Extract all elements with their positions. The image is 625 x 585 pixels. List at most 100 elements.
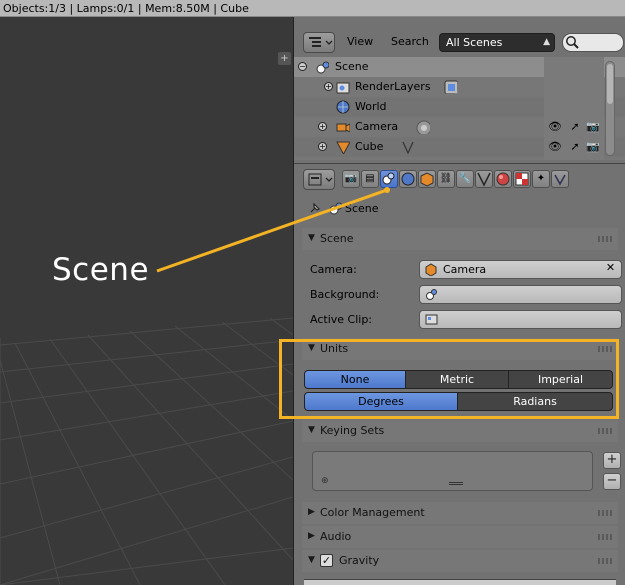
panel-title: Audio <box>320 530 352 543</box>
scene-tab-icon[interactable] <box>380 170 398 188</box>
keying-sets-panel-header[interactable]: ▼ Keying Sets <box>302 420 618 442</box>
background-label: Background: <box>310 288 380 301</box>
object-icon <box>425 263 437 276</box>
collapse-icon[interactable]: − <box>298 62 307 71</box>
plus-small-icon: ⊕ <box>321 476 329 486</box>
camera-label: Camera: <box>310 263 357 276</box>
background-field[interactable] <box>419 285 622 304</box>
cursor-select-icon[interactable]: ➚ <box>568 120 582 134</box>
keying-sets-list[interactable]: ⊕ <box>312 451 593 491</box>
color-management-panel-header[interactable]: ▶ Color Management <box>302 502 618 524</box>
outliner-header: View Search All Scenes ▲ <box>294 29 625 57</box>
unit-system-metric[interactable]: Metric <box>405 370 509 389</box>
object-tab-icon[interactable] <box>418 170 436 188</box>
modifiers-tab-icon[interactable]: 🔧 <box>456 170 474 188</box>
panel-title: Scene <box>320 232 354 245</box>
viewport-grid <box>0 317 293 585</box>
scene-icon <box>316 61 329 74</box>
panel-title: Gravity <box>339 554 380 567</box>
panel-title: Keying Sets <box>320 424 385 437</box>
search-icon <box>566 36 579 49</box>
texture-tab-icon[interactable] <box>513 170 531 188</box>
units-panel-body: None Metric Imperial Degrees Radians <box>302 360 618 414</box>
properties-header: 📷 ▤ ⛓ 🔧 ✦ <box>294 163 625 193</box>
world-tab-icon[interactable] <box>399 170 417 188</box>
clear-icon[interactable]: ✕ <box>604 262 617 275</box>
active-clip-label: Active Clip: <box>310 313 373 326</box>
outliner-editor-icon <box>309 37 333 47</box>
editor-type-button[interactable] <box>303 169 335 190</box>
outliner-label: Scene <box>335 60 369 73</box>
expand-triangle-icon: ▶ <box>308 507 315 517</box>
restriction-columns: 👁 ➚ 📷 👁 ➚ 📷 <box>544 57 604 160</box>
editor-type-button[interactable] <box>303 32 335 53</box>
eye-icon[interactable]: 👁 <box>548 140 562 154</box>
panel-title: Color Management <box>320 506 425 519</box>
plus-icon[interactable]: + <box>278 52 291 65</box>
gravity-checkbox[interactable]: ✓ <box>320 554 333 567</box>
cursor-select-icon[interactable]: ➚ <box>568 140 582 154</box>
gravity-panel-header[interactable]: ▼ ✓ Gravity <box>302 550 618 572</box>
chevron-updown-icon: ▲ <box>543 37 550 47</box>
expand-icon[interactable]: + <box>318 142 327 151</box>
annotation-label: Scene <box>52 252 150 288</box>
particles-tab-icon[interactable]: ✦ <box>532 170 550 188</box>
outliner-tree[interactable]: − Scene + RenderLayers World + Camera + … <box>294 57 625 160</box>
drag-grip-icon[interactable] <box>598 534 612 540</box>
properties-editor-icon <box>308 173 333 186</box>
constraints-tab-icon[interactable]: ⛓ <box>437 170 455 188</box>
gravity-fields-edge <box>304 579 616 585</box>
pin-icon[interactable] <box>308 201 322 215</box>
menu-view[interactable]: View <box>347 35 373 48</box>
scene-icon <box>426 289 437 300</box>
expand-icon[interactable]: + <box>318 122 327 131</box>
collapse-triangle-icon: ▼ <box>308 555 315 565</box>
rotation-radians[interactable]: Radians <box>457 392 613 411</box>
outliner-scrollbar[interactable] <box>605 61 615 156</box>
unit-system-imperial[interactable]: Imperial <box>508 370 613 389</box>
material-tab-icon[interactable] <box>494 170 512 188</box>
drag-grip-icon[interactable] <box>598 346 612 352</box>
collapse-triangle-icon: ▼ <box>308 233 315 243</box>
render-camera-icon[interactable]: 📷 <box>586 140 600 154</box>
remove-keying-set-button[interactable]: − <box>603 473 621 490</box>
drag-grip-icon[interactable] <box>598 428 612 434</box>
right-editors: View Search All Scenes ▲ − Scene + Rende… <box>293 17 625 585</box>
mesh-icon <box>336 141 350 154</box>
active-clip-field[interactable] <box>419 310 622 329</box>
display-mode-select[interactable]: All Scenes ▲ <box>439 33 555 52</box>
mesh-data-tab-icon[interactable] <box>475 170 493 188</box>
expand-icon[interactable]: + <box>324 82 333 91</box>
camera-field[interactable]: Camera ✕ <box>419 260 622 279</box>
camera-value: Camera <box>443 263 487 276</box>
world-icon <box>336 100 350 114</box>
drag-grip-icon[interactable] <box>598 236 612 242</box>
add-keying-set-button[interactable]: + <box>603 452 621 469</box>
drag-grip-icon[interactable] <box>598 510 612 516</box>
camera-data-icon <box>416 120 430 134</box>
3d-viewport[interactable]: + <box>0 0 293 585</box>
physics-tab-icon[interactable] <box>551 170 569 188</box>
menu-search[interactable]: Search <box>391 35 429 48</box>
render-tab-icon[interactable]: 📷 <box>342 170 360 188</box>
eye-icon[interactable]: 👁 <box>548 120 562 134</box>
drag-grip-icon[interactable] <box>598 558 612 564</box>
render-layer-icon <box>444 80 458 94</box>
scene-panel-body: Camera: Camera ✕ Background: Active Clip… <box>302 250 622 335</box>
render-layers-tab-icon[interactable]: ▤ <box>361 170 379 188</box>
rotation-degrees[interactable]: Degrees <box>304 392 458 411</box>
outliner-label: RenderLayers <box>355 80 431 93</box>
outliner-label: World <box>355 100 387 113</box>
info-header: Objects:1/3 | Lamps:0/1 | Mem:8.50M | Cu… <box>0 0 625 17</box>
collapse-triangle-icon: ▼ <box>308 343 315 353</box>
unit-system-none[interactable]: None <box>304 370 406 389</box>
camera-icon <box>336 123 350 133</box>
mesh-data-icon <box>402 141 414 154</box>
resize-grip-icon[interactable] <box>449 482 463 485</box>
scene-panel-header[interactable]: ▼ Scene <box>302 228 618 250</box>
units-panel-header[interactable]: ▼ Units <box>302 338 618 360</box>
outliner-search-input[interactable] <box>562 33 624 52</box>
audio-panel-header[interactable]: ▶ Audio <box>302 526 618 548</box>
panel-title: Units <box>320 342 349 355</box>
render-camera-icon[interactable]: 📷 <box>586 120 600 134</box>
